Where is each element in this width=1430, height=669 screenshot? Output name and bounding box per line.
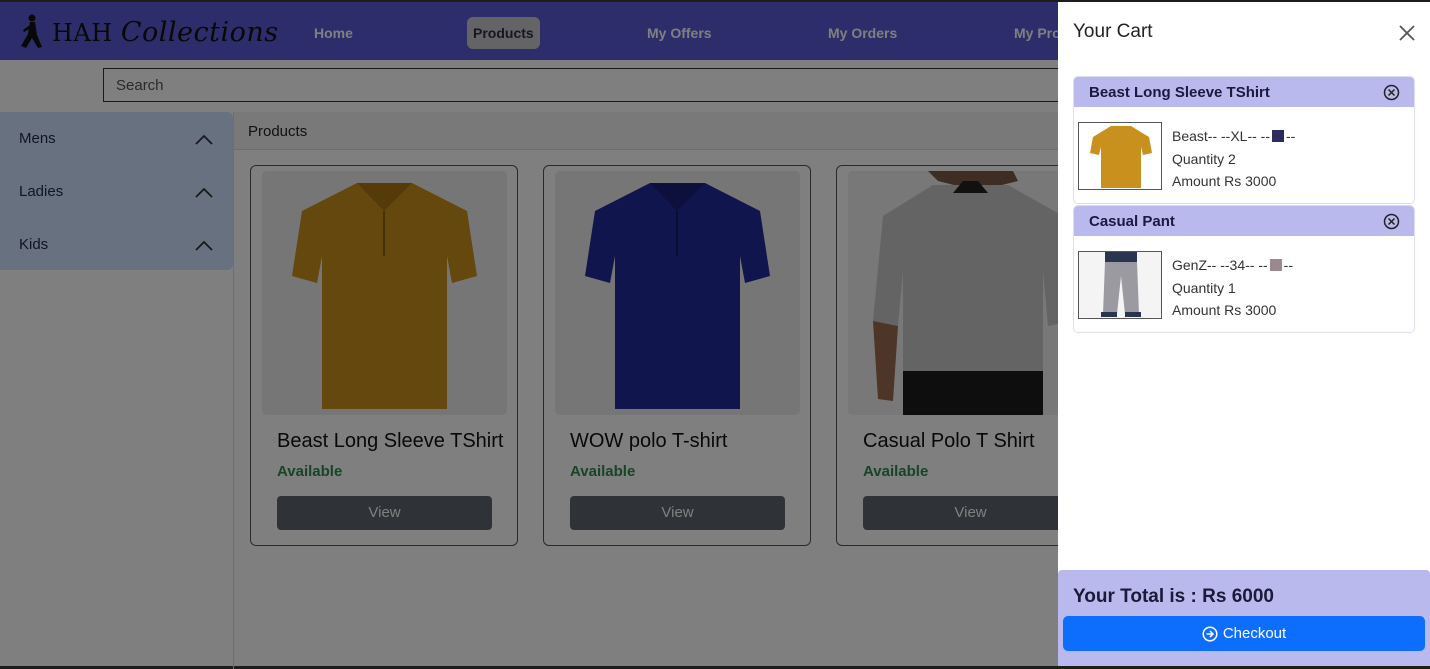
quantity-text: Quantity 2 <box>1172 150 1236 167</box>
pant-image <box>1079 252 1161 318</box>
cart-item-header: Beast Long Sleeve TShirt <box>1074 77 1414 107</box>
cart-item-thumbnail <box>1078 122 1162 190</box>
arrow-right-circle-icon <box>1202 625 1218 642</box>
remove-circle-icon[interactable] <box>1383 213 1400 230</box>
checkout-label: Checkout <box>1222 625 1287 642</box>
cart-item-name: Beast Long Sleeve TShirt <box>1089 83 1270 101</box>
amount-text: Amount Rs 3000 <box>1172 173 1277 189</box>
variant-line: Beast-- --XL-- -- -- <box>1172 128 1296 144</box>
quantity-text: Quantity 1 <box>1172 279 1236 296</box>
color-swatch <box>1269 259 1282 271</box>
remove-circle-icon[interactable] <box>1383 84 1400 101</box>
cart-item-thumbnail <box>1078 251 1162 319</box>
cart-item: Beast Long Sleeve TShirt Beast-- --XL-- … <box>1073 76 1415 204</box>
cart-item-header: Casual Pant <box>1074 206 1414 236</box>
variant-line: GenZ-- --34-- -- -- <box>1172 257 1293 273</box>
cart-title: Your Cart <box>1073 21 1153 42</box>
cart-panel: Your Cart Beast Long Sleeve TShirt Beast… <box>1058 2 1430 666</box>
cart-total: Your Total is : Rs 6000 <box>1073 586 1274 607</box>
cart-footer: Your Total is : Rs 6000 Checkout <box>1058 570 1430 666</box>
amount-text: Amount Rs 3000 <box>1172 302 1277 318</box>
color-swatch <box>1272 130 1284 142</box>
cart-item-details: GenZ-- --34-- -- -- Quantity 1 Amount Rs … <box>1172 254 1293 322</box>
polo-shirt-image <box>1090 126 1152 188</box>
cart-item-details: Beast-- --XL-- -- -- Quantity 2 Amount Rs… <box>1172 125 1295 193</box>
checkout-button[interactable]: Checkout <box>1063 616 1425 651</box>
cart-item-name: Casual Pant <box>1089 212 1175 230</box>
cart-item: Casual Pant GenZ-- --34-- -- -- Quantity … <box>1073 205 1415 333</box>
close-icon[interactable] <box>1396 22 1418 44</box>
